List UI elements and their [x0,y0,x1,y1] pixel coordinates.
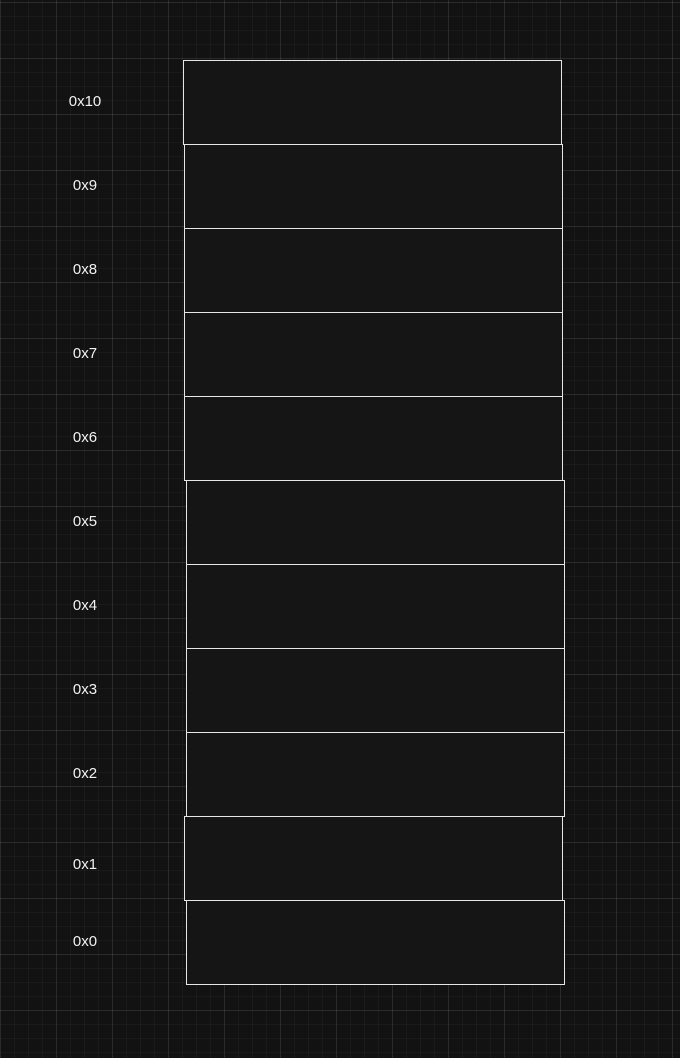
memory-address-label: 0x10 [68,93,102,110]
memory-cell [184,228,563,313]
memory-cell [186,564,565,649]
memory-cell [184,396,563,481]
memory-cell [186,732,565,817]
memory-address-label: 0x8 [72,261,98,278]
memory-cell [186,900,565,985]
memory-address-label: 0x9 [72,177,98,194]
memory-cell [183,60,562,145]
memory-address-label: 0x6 [72,429,98,446]
memory-cell [184,144,563,229]
memory-diagram-canvas: 0x10 0x9 0x8 0x7 0x6 0x5 0x4 0x3 0x2 0x1 0x0 [0,0,680,1058]
memory-address-label: 0x7 [72,345,98,362]
memory-address-label: 0x1 [72,856,98,873]
memory-address-label: 0x4 [72,597,98,614]
memory-cell [184,312,563,397]
memory-address-label: 0x3 [72,681,98,698]
memory-address-label: 0x2 [72,765,98,782]
memory-cell [184,816,563,901]
memory-cell [186,480,565,565]
memory-address-label: 0x5 [72,513,98,530]
memory-cell [186,648,565,733]
memory-address-label: 0x0 [72,933,98,950]
